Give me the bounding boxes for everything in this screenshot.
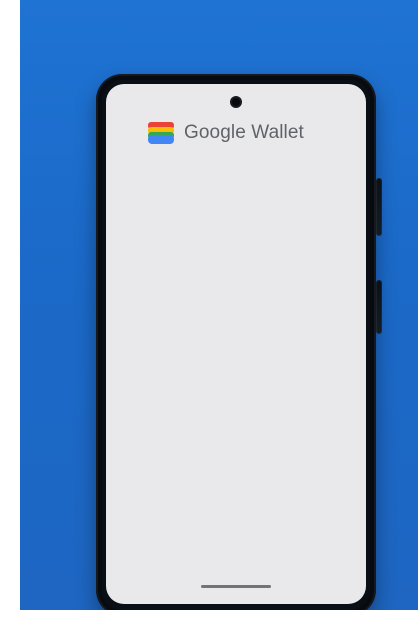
blue-background-panel: Google Wallet [20, 0, 418, 610]
stage: Google Wallet [0, 0, 418, 623]
wallet-icon [148, 122, 174, 144]
home-indicator[interactable] [201, 585, 271, 588]
phone-device: Google Wallet [96, 74, 382, 610]
brand-name: Google Wallet [184, 121, 304, 143]
phone-screen: Google Wallet [106, 84, 366, 604]
app-brand: Google Wallet [148, 121, 304, 144]
power-button [376, 178, 382, 236]
front-camera [230, 96, 242, 108]
wallet-icon-blue-stripe [148, 135, 174, 144]
volume-button [376, 280, 382, 334]
